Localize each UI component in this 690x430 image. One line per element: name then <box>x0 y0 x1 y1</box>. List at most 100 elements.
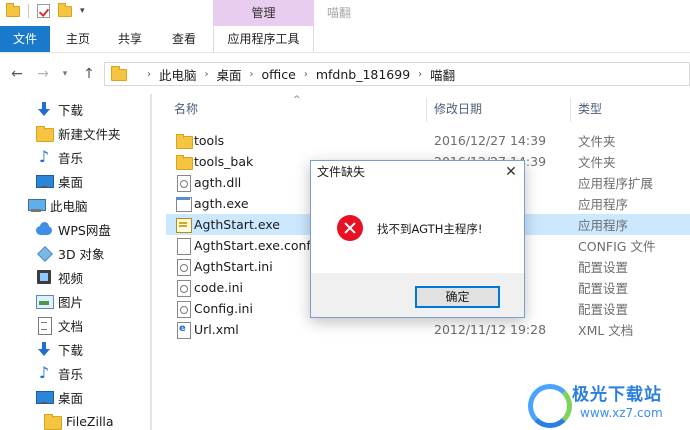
nav-item-label: 图片 <box>58 294 84 310</box>
nav-item-label: FileZilla <box>66 413 114 429</box>
nav-item-this-pc[interactable]: 此电脑 <box>28 193 88 217</box>
up-arrow-icon[interactable]: ↑ <box>80 64 98 84</box>
chevron-right-icon[interactable]: › <box>418 69 422 80</box>
watermark: 极光下载站 www.xz7.com <box>524 376 690 430</box>
nav-item-label: 3D 对象 <box>58 246 105 262</box>
folder-icon[interactable] <box>6 2 20 17</box>
desktop-icon <box>36 173 54 189</box>
file-type: 配置设置 <box>578 302 629 317</box>
separator <box>28 4 29 18</box>
nav-item-label: 桌面 <box>58 390 84 406</box>
nav-item-music-2[interactable]: ♪ 音乐 <box>36 361 83 385</box>
folder-icon <box>176 154 193 170</box>
ini-file-icon <box>176 280 191 297</box>
column-header-type[interactable]: 类型 <box>578 94 602 124</box>
tab-share[interactable]: 共享 <box>110 26 150 52</box>
file-name: tools <box>194 133 225 148</box>
column-header-name[interactable]: 名称 <box>174 94 198 124</box>
nav-item-videos[interactable]: 视频 <box>36 265 83 289</box>
error-dialog: 文件缺失 ✕ 找不到AGTH主程序! 确定 <box>310 160 525 318</box>
computer-icon <box>28 197 46 213</box>
download-icon <box>36 101 52 117</box>
music-icon: ♪ <box>38 147 50 166</box>
chevron-right-icon[interactable]: › <box>205 69 209 80</box>
column-divider[interactable] <box>570 98 571 122</box>
chevron-down-icon[interactable]: ▾ <box>80 6 85 16</box>
properties-icon[interactable] <box>37 4 50 18</box>
error-icon <box>337 215 363 241</box>
dll-file-icon <box>176 175 191 192</box>
breadcrumb-this-pc[interactable]: 此电脑 <box>159 65 197 84</box>
file-type: 文件夹 <box>578 155 616 170</box>
ok-button[interactable]: 确定 <box>415 286 500 308</box>
nav-item-downloads-2[interactable]: 下载 <box>36 337 83 361</box>
exe-file-icon <box>176 196 192 212</box>
recent-locations-chevron-icon[interactable]: ▾ <box>56 64 74 84</box>
file-type: 配置设置 <box>578 281 629 296</box>
forward-arrow-icon[interactable]: → <box>34 64 52 84</box>
tab-view[interactable]: 查看 <box>164 26 204 52</box>
navigation-bar: ← → ▾ ↑ › 此电脑 › 桌面 › office › mfdnb_1816… <box>0 54 690 94</box>
sort-ascending-icon: ^ <box>293 95 301 105</box>
documents-icon <box>36 317 52 335</box>
nav-item-documents[interactable]: 文档 <box>36 313 83 337</box>
nav-item-3d-objects[interactable]: 3D 对象 <box>36 241 105 265</box>
watermark-name: 极光下载站 <box>572 385 662 405</box>
nav-item-filezilla[interactable]: FileZilla <box>44 409 114 430</box>
nav-item-desktop-2[interactable]: 桌面 <box>36 385 83 409</box>
folder-icon <box>44 413 62 430</box>
tab-application-tools[interactable]: 应用程序工具 <box>213 26 314 52</box>
ribbon-tabs: 文件 主页 共享 查看 应用程序工具 <box>0 26 690 53</box>
nav-item-desktop[interactable]: 桌面 <box>36 169 83 193</box>
title-bar: ▾ 管理 喵翻 <box>0 0 690 26</box>
folder-icon <box>176 133 193 149</box>
app-file-icon <box>176 217 192 233</box>
nav-item-label: 音乐 <box>58 150 84 166</box>
file-type: 应用程序 <box>578 197 629 212</box>
nav-item-label: 下载 <box>58 102 84 118</box>
file-date: 2016/12/27 14:39 <box>434 133 547 148</box>
dialog-body: 找不到AGTH主程序! <box>311 183 524 273</box>
breadcrumb-office[interactable]: office <box>262 67 296 82</box>
file-row-url-xml[interactable]: Url.xml 2012/11/12 19:28 XML 文档 <box>166 319 690 340</box>
new-folder-icon[interactable] <box>58 2 72 17</box>
folder-icon <box>36 125 54 142</box>
file-name: AgthStart.exe.config <box>194 238 323 253</box>
nav-item-label: WPS网盘 <box>58 222 111 238</box>
breadcrumb-desktop[interactable]: 桌面 <box>217 65 242 84</box>
tab-file[interactable]: 文件 <box>0 26 50 52</box>
file-type: CONFIG 文件 <box>578 239 656 254</box>
ini-file-icon <box>176 301 191 318</box>
close-icon[interactable]: ✕ <box>502 163 520 181</box>
nav-item-downloads[interactable]: 下载 <box>36 97 83 121</box>
chevron-right-icon[interactable]: › <box>304 69 308 80</box>
chevron-right-icon[interactable]: › <box>250 69 254 80</box>
file-name: agth.exe <box>194 196 249 211</box>
address-bar[interactable]: › 此电脑 › 桌面 › office › mfdnb_181699 › 喵翻 <box>104 62 690 86</box>
nav-item-label: 新建文件夹 <box>58 126 121 142</box>
file-name: tools_bak <box>194 154 254 169</box>
dialog-title-bar[interactable]: 文件缺失 ✕ <box>311 161 524 183</box>
file-type: 应用程序 <box>578 218 629 233</box>
breadcrumb-mfdnb[interactable]: mfdnb_181699 <box>316 67 410 82</box>
navigation-pane: 下载 新建文件夹 ♪ 音乐 桌面 此电脑 WPS网盘 3D 对象 视频 图片 文… <box>0 94 152 430</box>
chevron-right-icon[interactable]: › <box>147 69 151 80</box>
tab-home[interactable]: 主页 <box>58 26 98 52</box>
navigation-pane-scrollbar[interactable] <box>150 94 152 430</box>
nav-item-label: 音乐 <box>58 366 84 382</box>
back-arrow-icon[interactable]: ← <box>8 64 26 84</box>
column-header-modified[interactable]: 修改日期 <box>434 94 482 124</box>
cloud-icon <box>36 221 52 237</box>
dialog-title: 文件缺失 <box>317 165 366 179</box>
pictures-icon <box>36 293 54 309</box>
file-type: 应用程序扩展 <box>578 176 654 191</box>
breadcrumb-current[interactable]: 喵翻 <box>430 65 455 84</box>
nav-item-wps-cloud[interactable]: WPS网盘 <box>36 217 111 241</box>
nav-item-label: 文档 <box>58 318 84 334</box>
nav-item-label: 桌面 <box>58 174 84 190</box>
column-divider[interactable] <box>426 98 427 122</box>
nav-item-music[interactable]: ♪ 音乐 <box>36 145 83 169</box>
file-row-tools[interactable]: tools 2016/12/27 14:39 文件夹 <box>166 130 690 151</box>
nav-item-pictures[interactable]: 图片 <box>36 289 83 313</box>
nav-item-new-folder[interactable]: 新建文件夹 <box>36 121 121 145</box>
